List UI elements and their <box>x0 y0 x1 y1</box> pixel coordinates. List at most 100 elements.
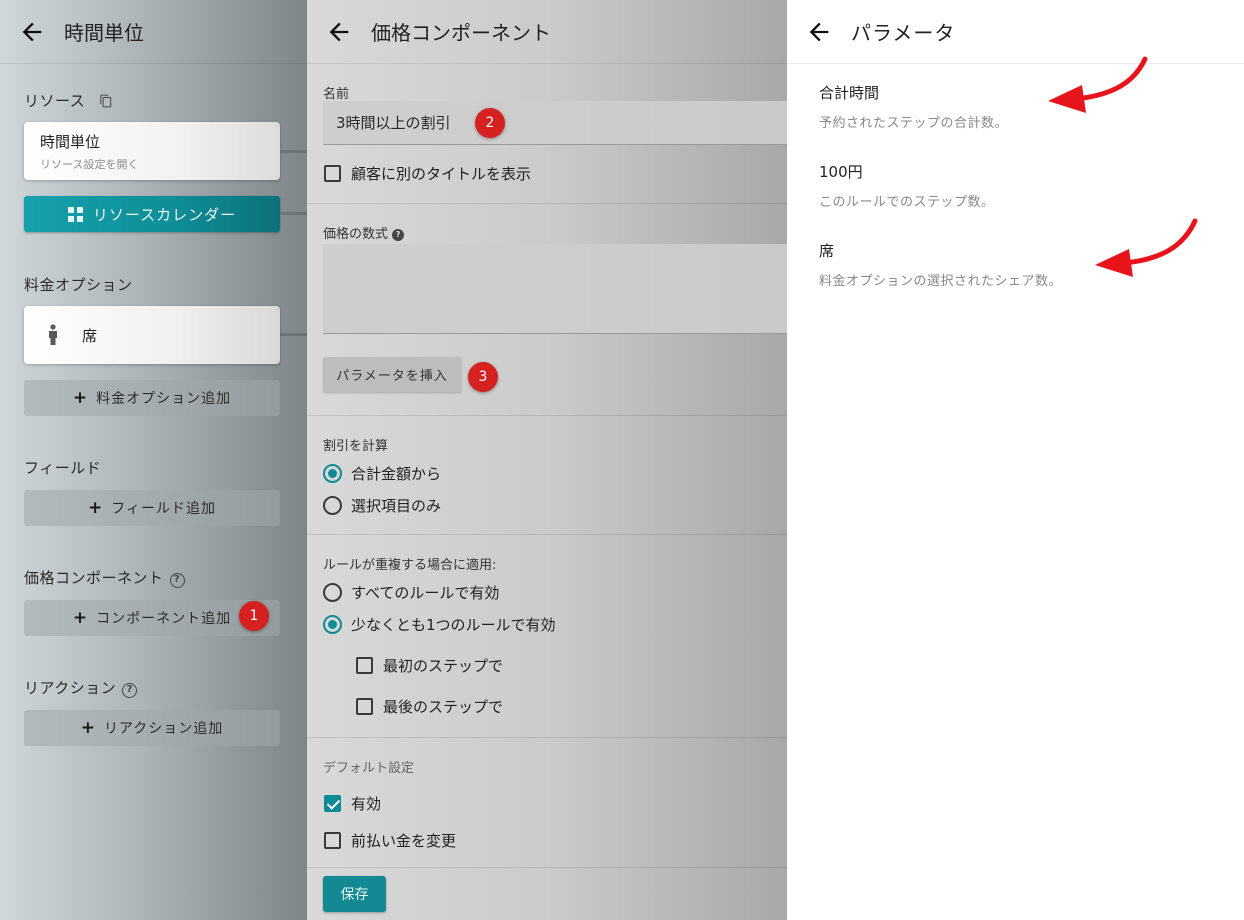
resource-sidebar: 時間単位 リソース 時間単位 リソース設定を開く リソースカレンダー 料金オプシ… <box>0 0 307 920</box>
parameters-panel: パラメータ 合計時間 予約されたステップの合計数。 100円 このルールでのステ… <box>787 0 1244 920</box>
last-step-checkbox-row[interactable]: 最後のステップで <box>356 696 503 717</box>
first-step-label: 最初のステップで <box>383 657 504 675</box>
radio-selected[interactable] <box>323 464 342 483</box>
overlap-option-all-label: すべてのルールで有効 <box>351 584 500 602</box>
right-header: パラメータ <box>787 0 1244 64</box>
parameter-name: 100円 <box>819 163 863 181</box>
connector-line <box>280 333 307 336</box>
discount-option-selected-label: 選択項目のみ <box>351 497 442 515</box>
discount-label: 割引を計算 <box>323 439 389 454</box>
middle-header: 価格コンポーネント <box>307 0 787 64</box>
resource-section-label: リソース <box>24 90 113 111</box>
pricing-option-seat-card[interactable]: 席 <box>24 306 280 364</box>
plus-icon: + <box>88 498 104 518</box>
radio-unselected[interactable] <box>323 583 342 602</box>
back-arrow-icon[interactable] <box>325 18 353 46</box>
radio-selected[interactable] <box>323 615 342 634</box>
enabled-checkbox-row[interactable]: 有効 <box>324 793 381 814</box>
parameter-description: 料金オプションの選択されたシェア数。 <box>819 274 1063 289</box>
discount-option-total-label: 合計金額から <box>351 465 442 483</box>
plus-icon: + <box>72 388 89 408</box>
help-icon[interactable]: ? <box>122 683 138 698</box>
fields-label: フィールド <box>24 459 102 477</box>
prepay-checkbox[interactable] <box>324 832 341 849</box>
add-component-label: コンポーネント追加 <box>96 611 232 627</box>
insert-parameter-button[interactable]: パラメータを挿入 <box>323 357 461 392</box>
pricing-options-label: 料金オプション <box>24 276 133 294</box>
discount-option-total[interactable]: 合計金額から <box>323 463 441 484</box>
add-reaction-label: リアクション追加 <box>103 721 224 737</box>
price-components-section-label: 価格コンポーネント? <box>24 567 185 588</box>
alt-title-checkbox[interactable] <box>324 165 341 182</box>
back-arrow-icon[interactable] <box>18 18 46 46</box>
parameter-item[interactable]: 100円 このルールでのステップ数。 <box>819 161 995 210</box>
enabled-checkbox[interactable] <box>324 795 341 812</box>
connector-line <box>280 212 307 215</box>
divider <box>307 415 787 416</box>
divider <box>307 867 787 868</box>
back-arrow-icon[interactable] <box>805 18 833 46</box>
help-icon[interactable]: ? <box>392 229 405 241</box>
price-components-label-text: 価格コンポーネント <box>24 569 164 587</box>
resource-calendar-label: リソースカレンダー <box>92 205 237 224</box>
overlap-option-all[interactable]: すべてのルールで有効 <box>323 582 499 603</box>
person-icon <box>49 324 57 345</box>
resource-label-text: リソース <box>24 92 86 110</box>
prepay-checkbox-row[interactable]: 前払い金を変更 <box>324 830 456 851</box>
formula-label-row: 価格の数式? <box>323 223 405 242</box>
add-reaction-button[interactable]: + リアクション追加 <box>24 710 280 746</box>
name-input-value: 3時間以上の割引 <box>336 114 451 132</box>
name-label: 名前 <box>323 87 350 102</box>
enabled-checkbox-label: 有効 <box>351 795 382 813</box>
overlap-option-any-label: 少なくとも1つのルールで有効 <box>351 616 556 634</box>
divider <box>307 737 787 738</box>
resource-card-subtitle: リソース設定を開く <box>40 158 139 171</box>
first-step-checkbox[interactable] <box>356 657 373 674</box>
last-step-checkbox[interactable] <box>356 698 373 715</box>
add-field-button[interactable]: + フィールド追加 <box>24 490 280 526</box>
reactions-label-text: リアクション <box>24 679 117 697</box>
formula-label: 価格の数式 <box>323 227 389 242</box>
discount-option-selected[interactable]: 選択項目のみ <box>323 495 441 516</box>
plus-icon: + <box>80 718 96 738</box>
parameter-description: このルールでのステップ数。 <box>819 195 995 210</box>
add-pricing-option-button[interactable]: + 料金オプション追加 <box>24 380 280 416</box>
prepay-checkbox-label: 前払い金を変更 <box>351 832 457 850</box>
add-pricing-option-label: 料金オプション追加 <box>96 391 232 407</box>
parameter-description: 予約されたステップの合計数。 <box>819 116 1009 131</box>
alt-title-checkbox-row[interactable]: 顧客に別のタイトルを表示 <box>324 163 531 184</box>
divider <box>307 203 787 204</box>
divider <box>307 534 787 535</box>
add-field-label: フィールド追加 <box>111 501 216 517</box>
help-icon[interactable]: ? <box>169 573 185 588</box>
reactions-section-label: リアクション? <box>24 677 138 698</box>
editor-title: 価格コンポーネント <box>371 21 551 45</box>
first-step-checkbox-row[interactable]: 最初のステップで <box>356 655 503 676</box>
grid-icon <box>67 206 83 222</box>
step-badge-3: 3 <box>468 362 498 392</box>
defaults-label: デフォルト設定 <box>323 761 415 776</box>
parameter-name: 合計時間 <box>819 84 880 102</box>
radio-unselected[interactable] <box>323 496 342 515</box>
connector-line <box>280 150 307 153</box>
resource-calendar-button[interactable]: リソースカレンダー <box>24 196 280 232</box>
save-button[interactable]: 保存 <box>323 876 386 912</box>
page-title: 時間単位 <box>64 21 144 45</box>
price-component-editor: 価格コンポーネント 名前 3時間以上の割引 2 顧客に別のタイトルを表示 価格の… <box>307 0 787 920</box>
formula-textarea[interactable] <box>323 244 787 334</box>
copy-icon[interactable] <box>99 94 113 108</box>
seat-card-label: 席 <box>82 326 98 345</box>
resource-card[interactable]: 時間単位 リソース設定を開く <box>24 122 280 180</box>
parameter-item[interactable]: 席 料金オプションの選択されたシェア数。 <box>819 240 1062 289</box>
resource-card-title: 時間単位 <box>40 133 101 151</box>
annotation-arrow-icon <box>1095 218 1198 277</box>
annotation-arrow-icon <box>1048 56 1148 113</box>
step-badge-1: 1 <box>239 601 269 631</box>
overlap-option-any[interactable]: 少なくとも1つのルールで有効 <box>323 614 556 635</box>
name-input[interactable]: 3時間以上の割引 <box>323 101 787 145</box>
parameters-title: パラメータ <box>851 21 956 45</box>
last-step-label: 最後のステップで <box>383 698 504 716</box>
left-header: 時間単位 <box>0 0 307 64</box>
plus-icon: + <box>72 608 89 628</box>
parameter-item[interactable]: 合計時間 予約されたステップの合計数。 <box>819 82 1008 131</box>
